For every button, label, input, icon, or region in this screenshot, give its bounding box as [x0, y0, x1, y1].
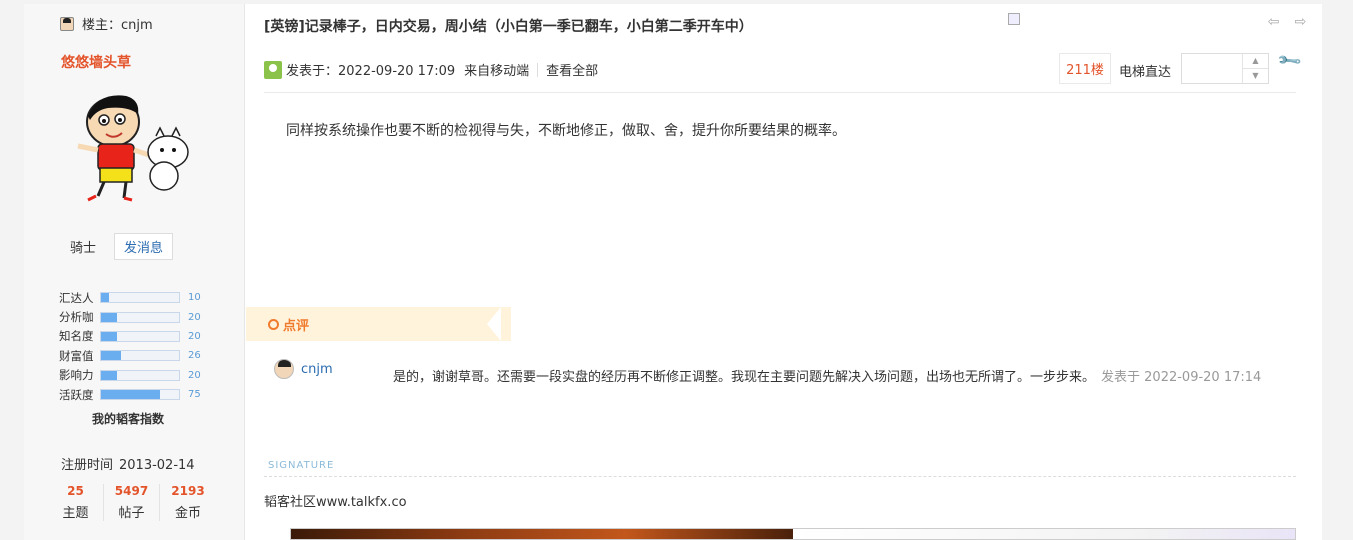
thread-nav: ⇦ ⇨ — [1266, 15, 1308, 29]
stat-row: 财富值 26 — [59, 346, 201, 365]
thread-starter-label: 楼主：cnjm — [82, 18, 153, 33]
wrench-icon[interactable]: 🔧 — [1275, 47, 1302, 74]
user-rank: 骑士 — [70, 241, 97, 256]
arrow-left-icon[interactable]: ⇦ — [1266, 15, 1281, 29]
view-all-link[interactable]: 查看全部 — [546, 60, 598, 79]
register-info: 注册时间 2013-02-14 — [61, 454, 195, 473]
stat-fill — [101, 390, 160, 400]
count-number: 25 — [67, 484, 84, 498]
avatar-small-icon — [60, 16, 74, 31]
comment-time: 发表于 2022-09-20 17:14 — [1101, 370, 1262, 385]
stat-label: 汇达人 — [59, 290, 94, 305]
stats-panel: 汇达人 10 分析咖 20 知名度 20 财富值 26 影响力 20 活跃度 7… — [59, 288, 201, 404]
author-username[interactable]: 悠悠墙头草 — [61, 52, 131, 72]
online-status-icon — [264, 60, 282, 79]
stat-fill — [101, 293, 109, 303]
stat-fill — [101, 331, 117, 341]
stat-label: 知名度 — [59, 329, 94, 344]
comment-username[interactable]: cnjm — [301, 362, 333, 377]
post-title[interactable]: [英镑]记录棒子，日内交易，周小结（小白第一季已翻车，小白第二季开车中） — [264, 16, 753, 36]
posted-time: 发表于：2022-09-20 17:09 — [286, 64, 456, 79]
stat-value: 10 — [188, 292, 201, 304]
chevron-up-icon[interactable]: ▲ — [1243, 54, 1268, 69]
count-coins[interactable]: 2193 金币 — [160, 484, 216, 521]
stat-bar — [100, 330, 180, 342]
divider — [537, 62, 539, 77]
signature-text[interactable]: 韬客社区www.talkfx.co — [264, 491, 407, 510]
count-label: 主题 — [62, 506, 89, 521]
stat-value: 20 — [188, 330, 201, 342]
stat-fill — [101, 312, 117, 322]
avatar[interactable] — [68, 86, 198, 211]
stat-label: 财富值 — [59, 348, 94, 363]
stat-value: 20 — [188, 311, 201, 323]
divider — [264, 92, 1296, 93]
signature-label: SIGNATURE — [268, 460, 335, 471]
banner-image[interactable] — [793, 529, 1295, 539]
comments-header: 点评 — [246, 307, 511, 341]
post-meta: 发表于：2022-09-20 17:09 来自移动端 查看全部 — [264, 60, 598, 79]
author-sidebar: 楼主：cnjm 悠悠墙头草 骑士 发消息 汇达人 10 分析咖 20 知名度 2… — [24, 4, 245, 540]
comment-body: 是的，谢谢草哥。还需要一段实盘的经历再不断修正调整。我现在主要问题先解决入场问题… — [393, 366, 1261, 385]
floor-jump-label: 电梯直达 — [1119, 65, 1172, 80]
avatar[interactable] — [274, 359, 294, 379]
stat-bar — [100, 350, 180, 362]
stat-value: 20 — [188, 369, 201, 381]
count-label: 帖子 — [118, 506, 145, 521]
chevron-down-icon[interactable]: ▼ — [1243, 69, 1268, 84]
stat-label: 活跃度 — [59, 387, 94, 402]
stat-row: 知名度 20 — [59, 327, 201, 346]
user-counts: 25 主题 5497 帖子 2193 金币 — [48, 484, 216, 521]
stat-bar — [100, 369, 180, 381]
divider — [264, 476, 1296, 477]
register-label: 注册时间 — [61, 458, 114, 473]
stat-row: 活跃度 75 — [59, 385, 201, 404]
count-number: 5497 — [114, 484, 149, 498]
stat-bar — [100, 389, 180, 401]
count-label: 金币 — [174, 506, 201, 521]
floor-number[interactable]: 211楼 — [1059, 53, 1111, 84]
floor-jump-input[interactable]: ▲ ▼ — [1181, 53, 1269, 84]
page: 楼主：cnjm 悠悠墙头草 骑士 发消息 汇达人 10 分析咖 20 知名度 2… — [24, 4, 1322, 540]
stat-fill — [101, 370, 117, 380]
register-date: 2013-02-14 — [119, 458, 195, 473]
floor-stepper[interactable]: ▲ ▼ — [1242, 54, 1268, 83]
stat-row: 分析咖 20 — [59, 307, 201, 326]
arrow-right-icon[interactable]: ⇨ — [1293, 15, 1308, 29]
banner-image[interactable] — [291, 529, 793, 539]
stat-label: 分析咖 — [59, 310, 94, 325]
thread-starter[interactable]: 楼主：cnjm — [60, 14, 153, 33]
count-topics[interactable]: 25 主题 — [48, 484, 104, 521]
comment-author[interactable]: cnjm — [274, 359, 333, 379]
send-message-button[interactable]: 发消息 — [114, 233, 173, 260]
comments-title: 点评 — [283, 318, 310, 334]
stat-row: 影响力 20 — [59, 366, 201, 385]
signature-banner[interactable] — [290, 528, 1296, 540]
comment-text: 是的，谢谢草哥。还需要一段实盘的经历再不断修正调整。我现在主要问题先解决入场问题… — [393, 370, 1096, 385]
stat-row: 汇达人 10 — [59, 288, 201, 307]
post-content: 同样按系统操作也要不断的检视得与失，不断地修正，做取、舍，提升你所要结果的概率。 — [286, 123, 846, 139]
count-posts[interactable]: 5497 帖子 — [104, 484, 160, 521]
stat-fill — [101, 351, 122, 361]
stat-label: 影响力 — [59, 368, 94, 383]
from-mobile[interactable]: 来自移动端 — [464, 60, 529, 79]
index-title[interactable]: 我的韬客指数 — [92, 410, 164, 427]
stat-value: 75 — [188, 389, 201, 401]
stat-value: 26 — [188, 350, 201, 362]
stat-bar — [100, 292, 180, 304]
post-main: [英镑]记录棒子，日内交易，周小结（小白第一季已翻车，小白第二季开车中） ⇦ ⇨… — [246, 4, 1322, 540]
stat-bar — [100, 311, 180, 323]
count-number: 2193 — [171, 484, 205, 498]
broken-image-icon — [1008, 13, 1020, 25]
circle-icon — [268, 318, 279, 330]
